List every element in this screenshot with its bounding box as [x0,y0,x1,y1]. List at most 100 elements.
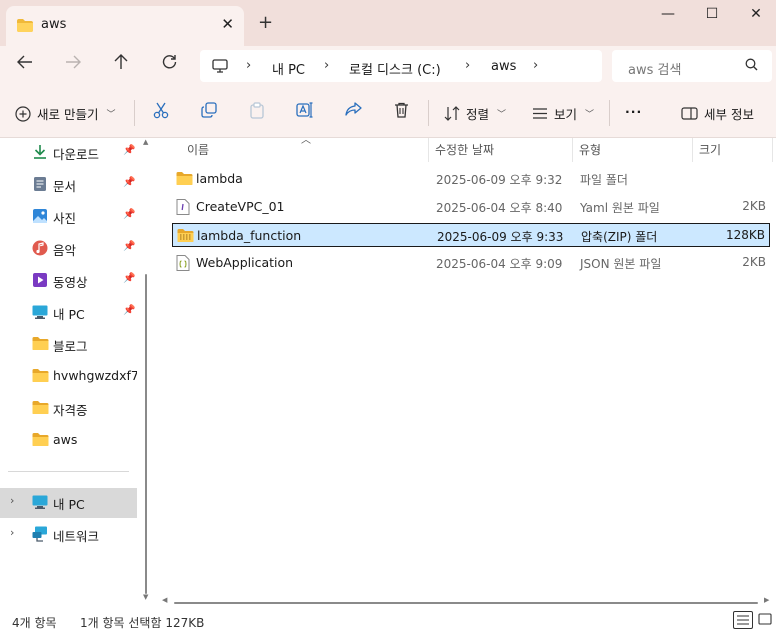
cut-icon[interactable] [151,102,171,123]
search-box[interactable]: aws 검색 [612,50,772,82]
refresh-icon [162,55,176,69]
chevron-down-icon: ﹀ [585,110,595,120]
tab-close-icon[interactable]: ✕ [221,15,234,33]
tiles-view-button[interactable] [756,611,776,629]
yaml-file-icon [176,199,190,218]
chevron-right-icon[interactable]: › [10,494,14,507]
sort-button-label: 정렬 [466,107,490,122]
plus-circle-icon [15,105,31,122]
tab-title: aws [41,17,67,32]
breadcrumb-aws[interactable]: aws [491,59,516,74]
file-type: 파일 폴더 [580,173,628,187]
scroll-left-icon[interactable]: ◀ [162,596,167,604]
sidebar-item-pictures[interactable]: 사진 📌 [0,202,137,232]
up-button[interactable] [109,54,133,75]
pc-icon [32,304,48,320]
column-header-modified[interactable]: 수정한 날짜 [435,138,494,160]
zip-folder-icon [177,228,194,246]
sidebar-scrollbar[interactable] [145,274,147,594]
pin-icon: 📌 [123,305,136,316]
selection-info: 1개 항목 선택함 127KB [80,616,205,630]
sidebar-item-blog[interactable]: 블로그 [0,330,137,360]
breadcrumb-chevron-icon[interactable]: › [533,58,538,73]
scroll-up-icon[interactable]: ▲ [143,138,148,146]
new-tab-button[interactable]: + [258,12,273,33]
minimize-button[interactable]: — [648,6,688,22]
sidebar-item-label: 네트워크 [53,529,100,544]
breadcrumb-my-pc[interactable]: 내 PC [272,59,305,78]
sidebar-tree-my-pc[interactable]: › 내 PC [0,488,137,518]
file-row[interactable]: CreateVPC_01 2025-06-04 오후 8:40 Yaml 원본 … [172,195,770,219]
sidebar-item-label: hvwhgwzdxf7sj [53,368,137,383]
divider [609,100,610,126]
sidebar-item-music[interactable]: 음악 📌 [0,234,137,264]
new-button[interactable]: 새로 만들기 ﹀ [15,104,116,123]
more-icon: ··· [625,104,643,119]
column-divider[interactable] [772,138,773,162]
column-header-type[interactable]: 유형 [579,138,601,160]
file-size: 2KB [742,255,766,269]
file-type: JSON 원본 파일 [580,257,662,271]
sidebar-item-downloads[interactable]: 다운로드 📌 [0,138,137,168]
search-icon[interactable] [745,58,758,75]
details-view-button[interactable] [733,611,753,629]
file-name: WebApplication [196,255,294,270]
rename-icon[interactable] [295,102,315,122]
share-icon[interactable] [343,102,363,121]
pin-icon: 📌 [123,241,136,252]
tiles-view-icon [758,613,772,625]
column-divider[interactable] [572,138,573,162]
sidebar-item-certificates[interactable]: 자격증 [0,394,137,424]
more-options-button[interactable]: ··· [625,104,642,119]
horizontal-scrollbar[interactable] [174,602,758,604]
column-divider[interactable] [428,138,429,162]
scroll-down-icon[interactable]: ▼ [143,593,148,601]
column-header-size[interactable]: 크기 [699,138,721,160]
scroll-right-icon[interactable]: ▶ [764,596,769,604]
refresh-button[interactable] [157,54,181,74]
pc-icon [32,494,48,510]
divider [428,100,429,126]
sidebar-item-my-pc[interactable]: 내 PC 📌 [0,298,137,328]
status-bar: 4개 항목 1개 항목 선택함 127KB [0,608,776,631]
arrow-up-icon [114,54,128,69]
breadcrumb-chevron-icon[interactable]: › [246,58,251,73]
sidebar-item-hvwhgwzdxf7sj[interactable]: hvwhgwzdxf7sj [0,362,137,392]
sidebar-item-label: aws [53,432,78,447]
column-divider[interactable] [692,138,693,162]
folder-icon [32,400,49,416]
file-name: lambda [196,171,243,186]
maximize-button[interactable]: ☐ [692,6,732,22]
view-button[interactable]: 보기 ﹀ [532,104,594,123]
breadcrumb-chevron-icon[interactable]: › [324,58,329,73]
file-row[interactable]: lambda 2025-06-09 오후 9:32 파일 폴더 [172,167,770,191]
breadcrumb-local-disk[interactable]: 로컬 디스크 (C:) [349,59,441,78]
sidebar-item-aws[interactable]: aws [0,426,137,456]
search-placeholder: aws 검색 [628,63,682,78]
tab-aws[interactable]: aws ✕ [6,6,244,46]
file-size: 2KB [742,199,766,213]
new-button-label: 새로 만들기 [37,107,99,122]
file-row[interactable]: WebApplication 2025-06-04 오후 9:09 JSON 원… [172,251,770,275]
sidebar-item-documents[interactable]: 문서 📌 [0,170,137,200]
sort-button[interactable]: 정렬 ﹀ [444,104,506,123]
column-header-name[interactable]: 이름 [187,138,209,160]
close-window-button[interactable]: ✕ [736,6,776,22]
navigation-bar: › 내 PC › 로컬 디스크 (C:) › aws › aws 검색 [0,46,776,88]
trash-icon[interactable] [391,102,411,122]
address-bar[interactable]: › 내 PC › 로컬 디스크 (C:) › aws › [200,50,602,82]
sidebar-tree-network[interactable]: › 네트워크 [0,520,137,550]
file-modified: 2025-06-09 오후 9:33 [437,230,564,244]
breadcrumb-chevron-icon[interactable]: › [465,58,470,73]
details-pane-button[interactable]: 세부 정보 [681,104,754,123]
divider [134,100,135,126]
forward-button[interactable] [61,54,85,74]
paste-icon[interactable] [247,102,267,123]
sort-ascending-icon: ︿ [301,135,311,146]
sidebar-item-videos[interactable]: 동영상 📌 [0,266,137,296]
back-button[interactable] [13,54,37,74]
file-row[interactable]: lambda_function 2025-06-09 오후 9:33 압축(ZI… [172,223,770,247]
navigation-pane: 다운로드 📌 문서 📌 사진 📌 음악 📌 동영상 📌 내 PC 📌 블로그 h… [0,138,150,608]
copy-icon[interactable] [199,102,219,122]
chevron-right-icon[interactable]: › [10,526,14,539]
